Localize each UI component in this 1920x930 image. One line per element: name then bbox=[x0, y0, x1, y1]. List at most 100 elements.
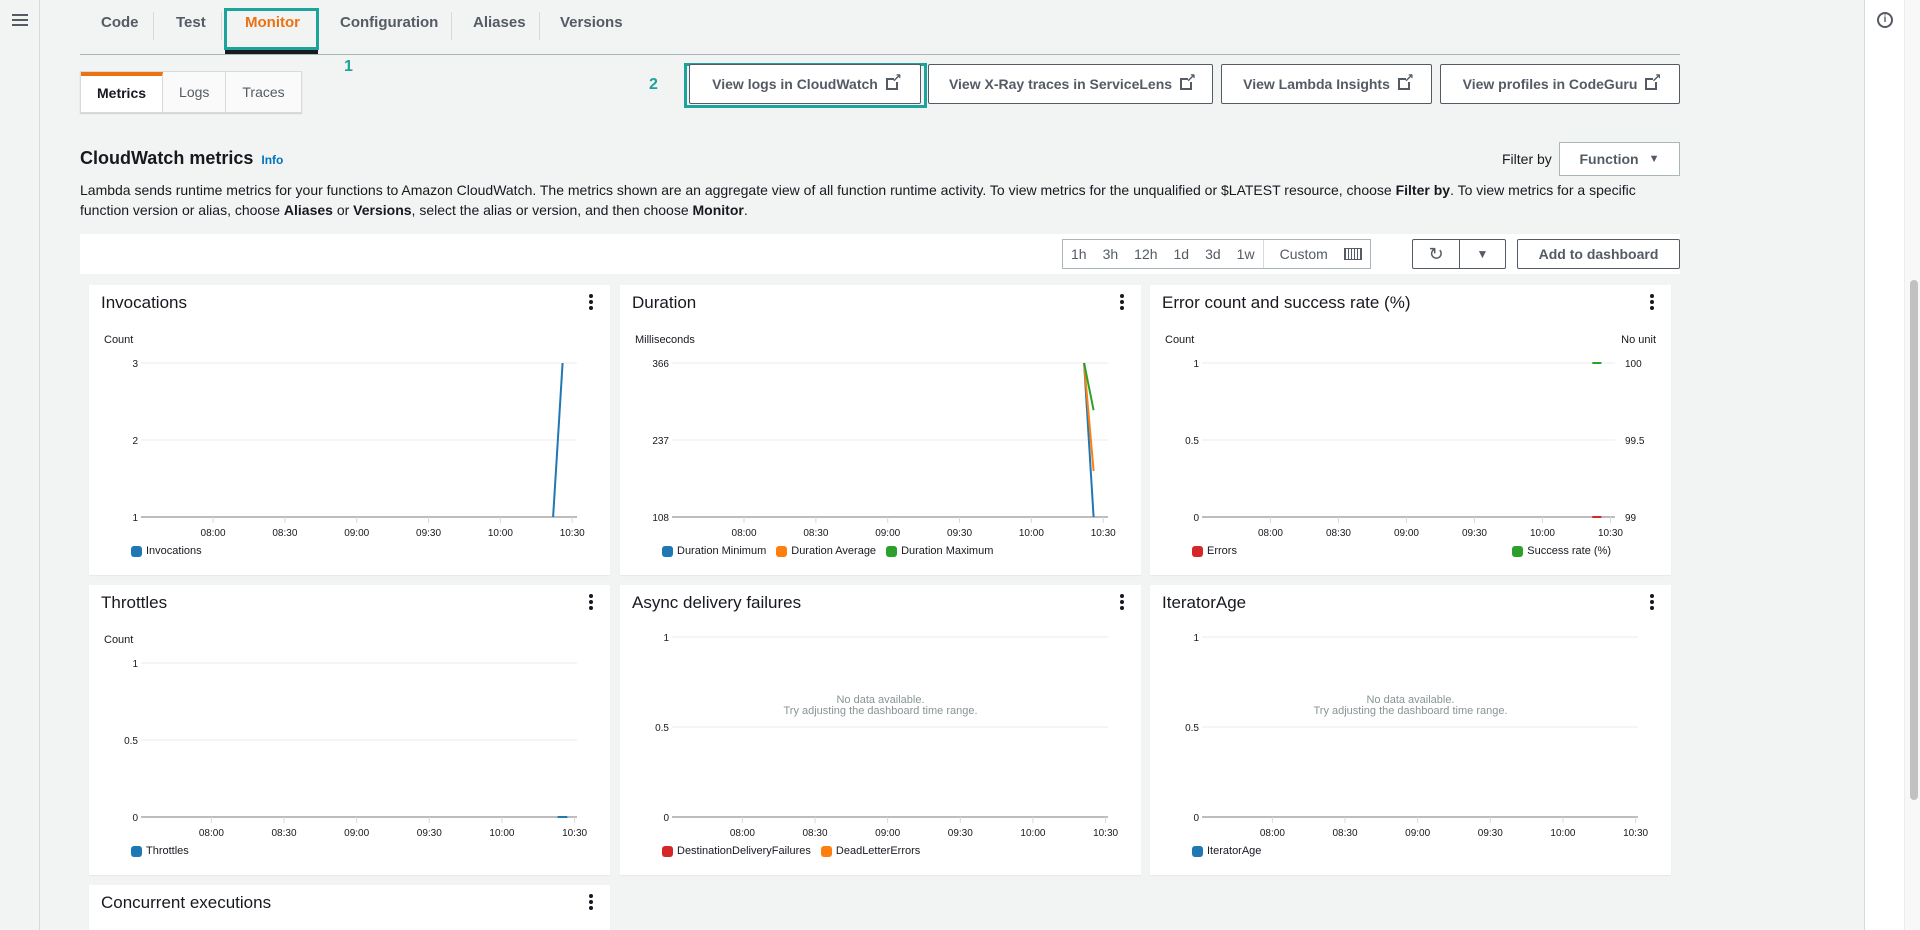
chart-plot: 0 0.5 1 08:00 08:30 09:00 09:30 10:00 10:30 bbox=[655, 633, 1118, 839]
tab-configuration[interactable]: Configuration bbox=[340, 14, 438, 31]
range-1w[interactable]: 1w bbox=[1229, 246, 1263, 262]
annotation-step-2: 2 bbox=[649, 76, 658, 93]
range-12h[interactable]: 12h bbox=[1126, 246, 1165, 262]
info-link[interactable]: Info bbox=[261, 153, 283, 167]
chart-plot: 0 0.5 1 08:00 08:30 09:00 09:30 10:00 10:30 bbox=[1185, 633, 1648, 839]
legend-swatch bbox=[820, 845, 832, 857]
legend-item[interactable]: IteratorAge bbox=[1192, 845, 1261, 857]
legend-item[interactable]: Errors bbox=[1192, 545, 1237, 557]
x-tick-label: 08:00 bbox=[732, 528, 757, 539]
tab-versions[interactable]: Versions bbox=[560, 14, 623, 31]
chart-legend: DestinationDeliveryFailures DeadLetterErr… bbox=[662, 845, 920, 857]
tab-divider bbox=[539, 12, 540, 40]
range-1d[interactable]: 1d bbox=[1166, 246, 1198, 262]
legend-label: DeadLetterErrors bbox=[835, 845, 921, 857]
legend-item[interactable]: Invocations bbox=[131, 545, 202, 557]
widget-title: Concurrent executions bbox=[101, 893, 272, 912]
x-tick-label: 10:30 bbox=[1598, 528, 1623, 539]
x-tick-label: 09:30 bbox=[1462, 528, 1487, 539]
desc-text: or bbox=[332, 202, 354, 218]
desc-text: . bbox=[743, 202, 748, 218]
x-tick-label: 08:00 bbox=[199, 828, 224, 839]
chart-plot: 108 237 366 08:00 08:30 09:00 09:30 10:00 10:30 bbox=[652, 359, 1116, 539]
legend-item[interactable]: Duration Average bbox=[776, 545, 876, 557]
tab-code[interactable]: Code bbox=[101, 14, 139, 31]
y-tick-label: 1 bbox=[132, 513, 138, 524]
legend-swatch bbox=[776, 545, 788, 557]
x-tick-label: 08:30 bbox=[1333, 828, 1358, 839]
legend-item[interactable]: DestinationDeliveryFailures bbox=[662, 845, 811, 857]
view-lambda-insights-button[interactable]: View Lambda Insights bbox=[1221, 64, 1432, 104]
y-tick-label: 0.5 bbox=[124, 736, 138, 747]
refresh-icon[interactable]: ↻ bbox=[1413, 240, 1459, 268]
dashboard-toolbar: 1h 3h 12h 1d 3d 1w Custom ↻ ▼ Add to das… bbox=[80, 234, 1680, 274]
range-3h[interactable]: 3h bbox=[1095, 246, 1127, 262]
filter-value: Function bbox=[1579, 151, 1639, 167]
legend-label: Duration Minimum bbox=[677, 545, 767, 557]
y-tick-label: 0.5 bbox=[655, 723, 669, 734]
range-custom[interactable]: Custom bbox=[1262, 240, 1370, 268]
chart-plot: 0 0.5 1 08:00 08:30 09:00 09:30 10:00 10:30 bbox=[124, 659, 587, 839]
x-tick-label: 09:30 bbox=[1478, 828, 1503, 839]
x-tick-label: 10:00 bbox=[1019, 528, 1044, 539]
view-logs-cloudwatch-button[interactable]: View logs in CloudWatch bbox=[689, 64, 921, 104]
legend-item[interactable]: Success rate (%) bbox=[1512, 545, 1611, 557]
widget-concurrent-executions: Concurrent executions bbox=[89, 885, 610, 930]
tab-test[interactable]: Test bbox=[176, 14, 206, 31]
no-data-hint: Try adjusting the dashboard time range. bbox=[1313, 705, 1508, 717]
x-tick-label: 10:30 bbox=[560, 528, 585, 539]
x-tick-label: 08:30 bbox=[272, 828, 297, 839]
x-tick-label: 08:00 bbox=[1260, 828, 1285, 839]
legend-label: IteratorAge bbox=[1207, 845, 1262, 857]
x-tick-label: 10:00 bbox=[1550, 828, 1575, 839]
legend-item[interactable]: Duration Maximum bbox=[886, 545, 993, 557]
range-3d[interactable]: 3d bbox=[1197, 246, 1229, 262]
tab-aliases[interactable]: Aliases bbox=[473, 14, 526, 31]
scrollbar-thumb[interactable] bbox=[1910, 280, 1918, 800]
y-tick-label: 0 bbox=[1193, 813, 1199, 824]
annotation-step-1: 1 bbox=[344, 58, 353, 75]
y-tick-label: 2 bbox=[132, 436, 138, 447]
x-tick-label: 09:30 bbox=[416, 528, 441, 539]
refresh-options-caret-icon[interactable]: ▼ bbox=[1459, 240, 1505, 268]
subtab-logs[interactable]: Logs bbox=[163, 72, 227, 112]
legend-item[interactable]: Duration Minimum bbox=[662, 545, 766, 557]
page-scrollbar[interactable] bbox=[1904, 0, 1920, 930]
subtab-metrics[interactable]: Metrics bbox=[81, 72, 164, 112]
range-1h[interactable]: 1h bbox=[1063, 246, 1095, 262]
x-tick-label: 09:30 bbox=[417, 828, 442, 839]
x-tick-label: 08:30 bbox=[272, 528, 297, 539]
info-icon[interactable]: i bbox=[1877, 12, 1893, 28]
legend-label: DestinationDeliveryFailures bbox=[677, 845, 811, 857]
hamburger-menu-icon[interactable] bbox=[12, 12, 28, 28]
x-tick-label: 08:00 bbox=[730, 828, 755, 839]
widget-duration: Duration Milliseconds 108 237 366 08:00 08:30 0… bbox=[620, 285, 1141, 575]
button-label: View profiles in CodeGuru bbox=[1462, 76, 1638, 92]
chart-legend: IteratorAge bbox=[1192, 845, 1261, 857]
view-xray-traces-button[interactable]: View X-Ray traces in ServiceLens bbox=[928, 64, 1213, 104]
chart-plot: 1 2 3 08:00 08:30 09:00 09:30 10:00 10:30 bbox=[132, 359, 585, 539]
tab-divider bbox=[153, 12, 154, 40]
legend-label: Duration Maximum bbox=[901, 545, 994, 557]
desc-bold: Versions bbox=[353, 202, 412, 218]
more-options-icon[interactable] bbox=[588, 894, 594, 910]
add-to-dashboard-button[interactable]: Add to dashboard bbox=[1517, 239, 1680, 269]
external-link-icon bbox=[1397, 72, 1414, 90]
chart-legend: Throttles bbox=[131, 845, 189, 857]
desc-bold: Monitor bbox=[692, 202, 744, 218]
filter-by-select[interactable]: Function ▼ bbox=[1559, 142, 1680, 176]
y-tick-label: 108 bbox=[652, 513, 669, 524]
y-tick-label: 366 bbox=[652, 359, 669, 370]
widget-error-count-and-success-rate: Error count and success rate (%) Count No … bbox=[1150, 285, 1671, 575]
legend-swatch bbox=[131, 545, 142, 557]
y-tick-label: 1 bbox=[132, 659, 138, 670]
legend-item[interactable]: DeadLetterErrors bbox=[820, 845, 921, 857]
legend-item[interactable]: Throttles bbox=[131, 845, 189, 857]
view-codeguru-profiles-button[interactable]: View profiles in CodeGuru bbox=[1440, 64, 1680, 104]
y-tick-label: 0 bbox=[132, 813, 138, 824]
external-link-icon bbox=[1180, 72, 1196, 90]
y-tick-label: 0 bbox=[1193, 513, 1199, 524]
x-tick-label: 09:00 bbox=[1394, 528, 1419, 539]
subtab-traces[interactable]: Traces bbox=[226, 72, 300, 112]
x-tick-label: 09:30 bbox=[947, 528, 972, 539]
